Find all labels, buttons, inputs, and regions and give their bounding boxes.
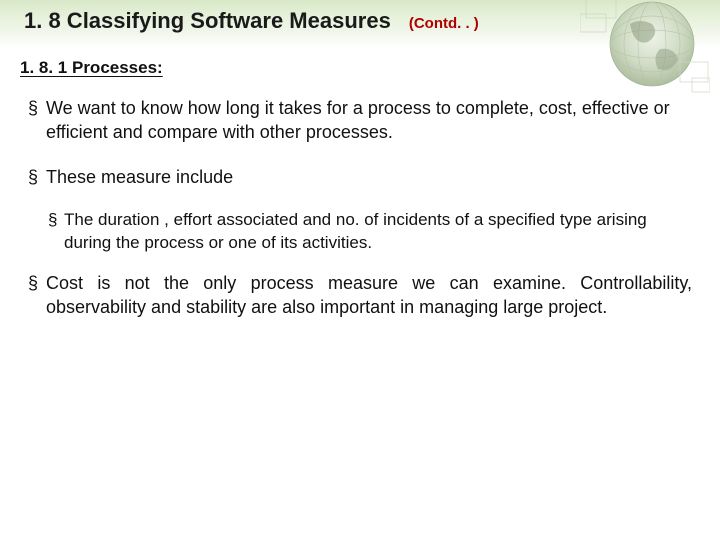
slide: 1. 8 Classifying Software Measures (Cont… — [0, 0, 720, 540]
slide-title: 1. 8 Classifying Software Measures — [24, 8, 391, 34]
section-heading: 1. 8. 1 Processes: — [20, 58, 720, 78]
continued-marker: (Contd. . ) — [409, 15, 479, 32]
content-area: We want to know how long it takes for a … — [0, 78, 720, 319]
bullet-3: Cost is not the only process measure we … — [28, 271, 692, 320]
header-bar: 1. 8 Classifying Software Measures (Cont… — [0, 0, 720, 48]
bullet-2: These measure include — [28, 165, 692, 189]
bullet-1: We want to know how long it takes for a … — [28, 96, 692, 145]
bullet-2-sub-1: The duration , effort associated and no.… — [48, 209, 692, 255]
